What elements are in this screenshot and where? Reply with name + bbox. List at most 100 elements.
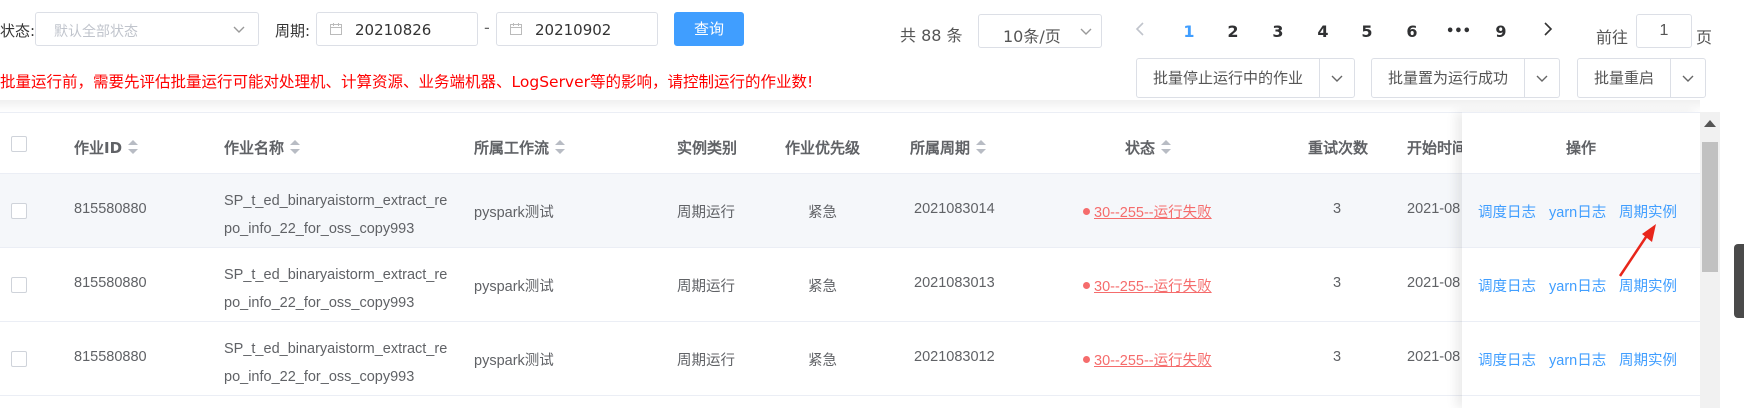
row-checkbox[interactable] bbox=[11, 351, 27, 367]
date-to-field[interactable]: 20210902 bbox=[496, 12, 658, 46]
chevron-right-icon[interactable] bbox=[1541, 20, 1555, 42]
workflow-cell: pyspark测试 bbox=[474, 353, 554, 369]
yarn-log-link[interactable]: yarn日志 bbox=[1549, 349, 1606, 370]
schedule-log-link[interactable]: 调度日志 bbox=[1478, 349, 1536, 370]
col-status-label: 状态 bbox=[1125, 139, 1156, 157]
page-2[interactable]: 2 bbox=[1223, 22, 1243, 41]
date-from-value: 20210826 bbox=[355, 21, 432, 39]
col-job-id[interactable]: 作业ID bbox=[74, 137, 139, 158]
batch-warning-text: 批量运行前，需要先评估批量运行可能对处理机、计算资源、业务端机器、LogServ… bbox=[0, 73, 814, 91]
batch-set-success-dropdown[interactable]: 批量置为运行成功 bbox=[1371, 58, 1561, 98]
status-cell[interactable]: 30--255--运行失败 bbox=[1083, 275, 1212, 296]
status-link[interactable]: 30--255--运行失败 bbox=[1094, 353, 1212, 369]
page-9[interactable]: 9 bbox=[1491, 22, 1511, 41]
col-period-label: 所属周期 bbox=[910, 139, 971, 157]
status-select[interactable]: 默认全部状态 bbox=[35, 12, 259, 46]
page-6[interactable]: 6 bbox=[1402, 22, 1422, 41]
page-4[interactable]: 4 bbox=[1313, 22, 1333, 41]
table-row[interactable]: 815580880 SP_t_ed_binaryaistorm_extract_… bbox=[0, 322, 1700, 396]
col-period[interactable]: 所属周期 bbox=[910, 137, 987, 158]
job-id-cell: 815580880 bbox=[74, 201, 147, 217]
period-cell: 2021083013 bbox=[914, 275, 995, 291]
select-all-checkbox[interactable] bbox=[11, 136, 27, 152]
chevron-down-icon[interactable] bbox=[1320, 59, 1354, 97]
vertical-scrollbar[interactable] bbox=[1700, 112, 1720, 408]
col-retries: 重试次数 bbox=[1308, 139, 1369, 157]
col-status[interactable]: 状态 bbox=[1125, 137, 1172, 158]
job-name-cell: SP_t_ed_binaryaistorm_extract_repo_info_… bbox=[224, 193, 448, 237]
col-job-id-label: 作业ID bbox=[74, 139, 123, 157]
row-checkbox[interactable] bbox=[11, 203, 27, 219]
status-cell[interactable]: 30--255--运行失败 bbox=[1083, 201, 1212, 222]
date-range-separator: - bbox=[484, 18, 490, 37]
sort-icon[interactable] bbox=[128, 139, 139, 154]
job-id-cell: 815580880 bbox=[74, 349, 147, 365]
batch-set-success-button[interactable]: 批量置为运行成功 bbox=[1372, 59, 1526, 97]
job-instance-page: 状态: 默认全部状态 周期: 20210826 - 20210902 查询 共 … bbox=[0, 0, 1744, 408]
period-instance-link[interactable]: 周期实例 bbox=[1619, 349, 1677, 370]
table-header: 作业ID 作业名称 所属工作流 实例类别 作业优先级 所属周期 状态 重试次数 … bbox=[0, 112, 1700, 174]
chevron-down-icon[interactable] bbox=[1525, 59, 1559, 97]
date-from-field[interactable]: 20210826 bbox=[316, 12, 478, 46]
page-1[interactable]: 1 bbox=[1179, 22, 1199, 41]
table-row[interactable]: 815580880 SP_t_ed_binaryaistorm_extract_… bbox=[0, 174, 1700, 248]
page-5[interactable]: 5 bbox=[1357, 22, 1377, 41]
period-instance-link[interactable]: 周期实例 bbox=[1619, 201, 1677, 222]
col-workflow[interactable]: 所属工作流 bbox=[474, 137, 566, 158]
sort-icon[interactable] bbox=[976, 139, 987, 154]
scrollbar-thumb[interactable] bbox=[1702, 142, 1718, 272]
col-instance-type: 实例类别 bbox=[677, 139, 738, 157]
chevron-left-icon[interactable] bbox=[1133, 20, 1147, 42]
status-filter-label: 状态: bbox=[0, 22, 36, 40]
col-workflow-label: 所属工作流 bbox=[474, 139, 550, 157]
status-select-placeholder: 默认全部状态 bbox=[54, 24, 138, 40]
batch-rerun-button[interactable]: 批量重启 bbox=[1578, 59, 1672, 97]
workflow-cell: pyspark测试 bbox=[474, 279, 554, 295]
start-time-cell: 2021-08 bbox=[1407, 349, 1461, 365]
calendar-icon bbox=[329, 22, 343, 40]
scroll-up-icon[interactable] bbox=[1704, 120, 1716, 127]
sort-icon[interactable] bbox=[555, 139, 566, 154]
chevron-down-icon bbox=[232, 22, 246, 40]
page-ellipsis[interactable]: ••• bbox=[1446, 24, 1471, 39]
schedule-log-link[interactable]: 调度日志 bbox=[1478, 201, 1536, 222]
col-priority: 作业优先级 bbox=[785, 139, 861, 157]
date-to-value: 20210902 bbox=[535, 21, 612, 39]
sort-icon[interactable] bbox=[290, 139, 301, 154]
col-job-name[interactable]: 作业名称 bbox=[224, 137, 301, 158]
yarn-log-link[interactable]: yarn日志 bbox=[1549, 275, 1606, 296]
instance-type-cell: 周期运行 bbox=[677, 353, 735, 369]
job-id-cell: 815580880 bbox=[74, 275, 147, 291]
goto-suffix: 页 bbox=[1696, 28, 1713, 47]
retries-cell: 3 bbox=[1333, 275, 1342, 291]
row-checkbox[interactable] bbox=[11, 277, 27, 293]
status-link[interactable]: 30--255--运行失败 bbox=[1094, 205, 1212, 221]
status-dot-icon bbox=[1083, 355, 1090, 363]
side-panel-handle[interactable] bbox=[1734, 244, 1744, 318]
operations-header-label: 操作 bbox=[1565, 139, 1596, 157]
status-dot-icon bbox=[1083, 281, 1090, 289]
batch-stop-dropdown[interactable]: 批量停止运行中的作业 bbox=[1136, 58, 1356, 98]
annotation-arrow-icon bbox=[1612, 222, 1662, 286]
operations-header: 操作 bbox=[1462, 112, 1700, 174]
retries-cell: 3 bbox=[1333, 201, 1342, 217]
batch-rerun-dropdown[interactable]: 批量重启 bbox=[1577, 58, 1707, 98]
query-button[interactable]: 查询 bbox=[674, 12, 744, 46]
status-link[interactable]: 30--255--运行失败 bbox=[1094, 279, 1212, 295]
priority-cell: 紧急 bbox=[808, 279, 837, 295]
page-3[interactable]: 3 bbox=[1268, 22, 1288, 41]
schedule-log-link[interactable]: 调度日志 bbox=[1478, 275, 1536, 296]
sort-icon[interactable] bbox=[1161, 139, 1172, 154]
goto-label: 前往 bbox=[1596, 28, 1629, 47]
job-name-cell: SP_t_ed_binaryaistorm_extract_repo_info_… bbox=[224, 341, 448, 385]
priority-cell: 紧急 bbox=[808, 205, 837, 221]
page-size-select[interactable]: 10条/页 bbox=[978, 14, 1102, 48]
batch-stop-button[interactable]: 批量停止运行中的作业 bbox=[1137, 59, 1321, 97]
status-cell[interactable]: 30--255--运行失败 bbox=[1083, 349, 1212, 370]
table-row[interactable]: 815580880 SP_t_ed_binaryaistorm_extract_… bbox=[0, 248, 1700, 322]
chevron-down-icon[interactable] bbox=[1671, 59, 1705, 97]
status-dot-icon bbox=[1083, 207, 1090, 215]
operations-row: 调度日志 yarn日志 周期实例 bbox=[1462, 174, 1700, 248]
goto-page-input[interactable] bbox=[1636, 14, 1692, 48]
yarn-log-link[interactable]: yarn日志 bbox=[1549, 201, 1606, 222]
